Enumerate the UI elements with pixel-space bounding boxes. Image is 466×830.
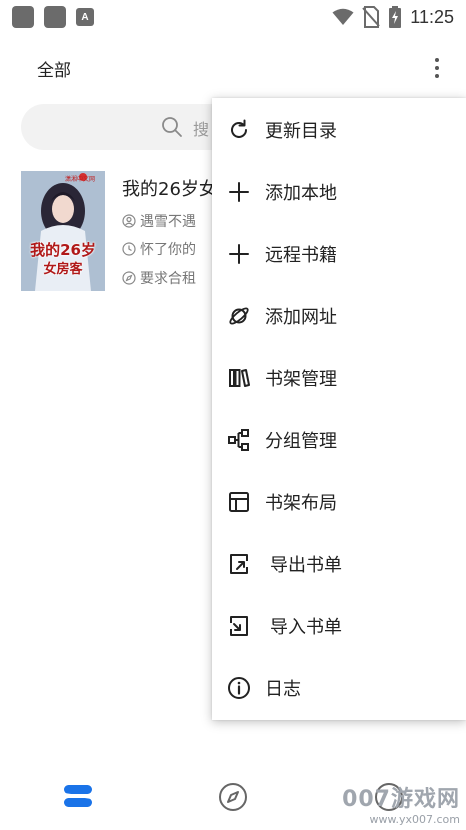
plus-icon [229,182,249,202]
menu-label: 分组管理 [265,431,337,452]
menu-item-export-list[interactable]: 导出书单 [212,533,466,595]
more-vertical-icon[interactable] [426,54,448,82]
compass-small-icon [122,271,136,285]
import-icon [230,616,248,636]
author-icon [122,214,136,228]
status-bar: A 11:25 [0,0,466,34]
cover-subtitle: 女房客 [43,262,83,277]
menu-item-update-catalog[interactable]: 更新目录 [212,99,466,161]
menu-label: 书架管理 [265,369,337,390]
cover-title: 我的26岁 [30,241,96,259]
book-title: 我的26岁女 [122,179,217,200]
menu-item-remote-books[interactable]: 远程书籍 [212,223,466,285]
search-placeholder: 搜 [193,120,210,139]
tab-all[interactable]: 全部 [37,56,71,81]
compass-icon [219,783,247,811]
book-author: 遇雪不遇 [140,214,196,230]
bottom-nav: 007游戏网 www.yx007.com [0,768,466,830]
menu-label: 添加本地 [265,183,337,204]
watermark-url: www.yx007.com [369,813,460,826]
info-icon [228,677,250,699]
menu-label: 导出书单 [270,555,342,576]
menu-item-add-url[interactable]: 添加网址 [212,285,466,347]
status-left: A [12,6,94,28]
app-icon [12,6,34,28]
wifi-icon [332,8,354,25]
menu-label: 日志 [265,679,301,700]
bookshelf-nav-icon [63,785,93,807]
no-sim-icon [362,6,381,28]
overflow-menu: 更新目录 添加本地 远程书籍 添加网址 书架管理 分组管理 书架布局 导出书单 … [212,98,466,720]
battery-charging-icon [389,6,402,28]
book-author-row: 遇雪不遇 [122,211,196,231]
cover-badge: 潇湘中文网 [65,176,96,183]
export-icon [230,554,248,574]
book-intro-row: 要求合租 [122,268,196,288]
app-bar: 全部 [0,48,466,88]
watermark: 007游戏网 www.yx007.com [342,781,460,826]
menu-item-bookshelf-manage[interactable]: 书架管理 [212,347,466,409]
planet-icon [229,307,249,325]
refresh-icon [231,119,247,138]
a-badge-icon: A [76,8,94,26]
menu-item-log[interactable]: 日志 [212,657,466,719]
book-cover: 潇湘中文网 我的26岁 女房客 [21,171,105,291]
layout-icon [229,492,249,512]
menu-label: 导入书单 [270,617,342,638]
book-latest-chapter: 怀了你的 [140,242,196,258]
menu-item-import-list[interactable]: 导入书单 [212,595,466,657]
book-latest-row: 怀了你的 [122,239,196,259]
menu-item-add-local[interactable]: 添加本地 [212,161,466,223]
search-icon [162,117,182,137]
menu-label: 书架布局 [265,493,337,514]
bookshelf-icon [229,369,250,387]
menu-item-group-manage[interactable]: 分组管理 [212,409,466,471]
nav-bookshelf[interactable] [61,780,95,814]
group-icon [228,429,249,451]
book-intro: 要求合租 [140,271,196,287]
menu-label: 添加网址 [265,307,337,328]
menu-label: 远程书籍 [265,245,337,266]
nav-explore[interactable] [216,780,250,814]
status-right: 11:25 [332,6,454,28]
watermark-main: 007游戏网 [342,787,460,812]
clock-icon [122,242,136,256]
status-time: 11:25 [410,6,454,27]
app-icon [44,6,66,28]
menu-label: 更新目录 [265,121,337,142]
menu-item-bookshelf-layout[interactable]: 书架布局 [212,471,466,533]
plus-icon [229,244,249,264]
